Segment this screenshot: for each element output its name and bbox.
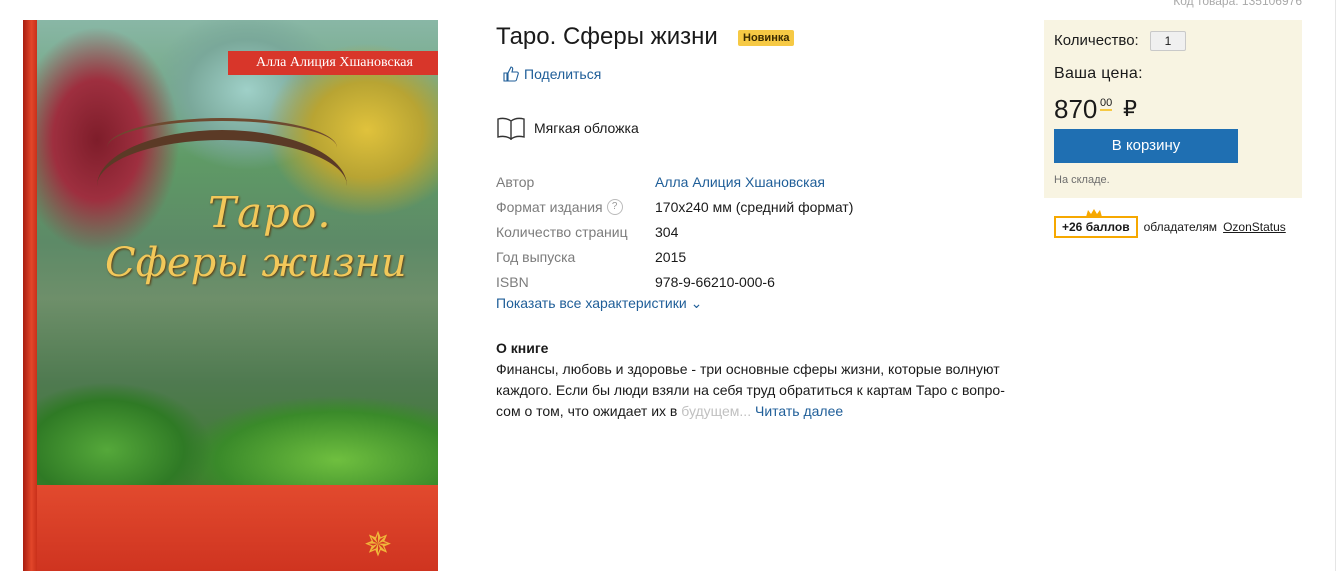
- binding-format: Мягкая обложка: [496, 116, 639, 140]
- buy-box: Количество: 1 Ваша цена: 870 00 ₽ В корз…: [1044, 20, 1302, 198]
- spec-key: Год выпуска: [496, 248, 576, 265]
- cover-spine: [23, 20, 37, 571]
- new-badge: Новинка: [738, 30, 795, 46]
- scrollbar-track[interactable]: [1335, 0, 1342, 571]
- show-all-label: Показать все характеристики: [496, 295, 687, 311]
- author-link[interactable]: Алла Алиция Хшановская: [655, 174, 825, 190]
- spec-key-label: Формат издания: [496, 198, 603, 215]
- binding-label: Мягкая обложка: [534, 120, 639, 136]
- price-value: 870: [1054, 94, 1098, 124]
- stock-status: На складе.: [1054, 174, 1110, 186]
- spec-row-isbn: ISBN 978-9-66210-000-6: [496, 269, 853, 294]
- spec-value: 2015: [655, 248, 687, 265]
- spec-value: 304: [655, 223, 679, 240]
- spec-key: Количество страниц: [496, 223, 628, 240]
- bonus-points-value: +26 баллов: [1062, 220, 1130, 234]
- spec-row-format: Формат издания ? 170х240 мм (средний фор…: [496, 194, 853, 219]
- spec-key: ISBN: [496, 273, 529, 290]
- bonus-text: обладателям: [1143, 220, 1218, 234]
- show-all-specs-link[interactable]: Показать все характеристики ⌄: [496, 295, 702, 312]
- ozonstatus-link[interactable]: OzonStatus: [1223, 220, 1286, 234]
- about-fade-text: будущем...: [681, 403, 752, 419]
- cover-title-line1: Таро.: [208, 188, 332, 237]
- spec-value: 170х240 мм (средний формат): [655, 198, 854, 215]
- specs-table: Автор Алла Алиция Хшановская Формат изда…: [496, 169, 853, 294]
- about-heading: О книге: [496, 340, 549, 356]
- spec-row-pages: Количество страниц 304: [496, 219, 853, 244]
- bonus-points: +26 баллов обладателям OzonStatus: [1054, 209, 1286, 238]
- spec-value: 978-9-66210-000-6: [655, 273, 775, 290]
- quantity-input[interactable]: 1: [1150, 31, 1186, 51]
- read-more-link[interactable]: Читать далее: [755, 403, 843, 419]
- spec-row-author: Автор Алла Алиция Хшановская: [496, 169, 853, 194]
- currency-symbol: ₽: [1123, 96, 1137, 121]
- add-to-cart-button[interactable]: В корзину: [1054, 129, 1238, 163]
- quantity-label: Количество:: [1054, 32, 1139, 49]
- help-icon[interactable]: ?: [606, 198, 623, 215]
- open-book-icon: [497, 117, 525, 140]
- spec-key: Автор: [496, 173, 535, 190]
- cover-bridge-rail: [107, 118, 337, 151]
- price-label: Ваша цена:: [1054, 65, 1143, 82]
- about-body: Финансы, любовь и здоровье - три основны…: [496, 361, 1005, 419]
- thumbs-up-icon: [503, 66, 519, 82]
- chevron-down-icon: ⌄: [690, 295, 703, 311]
- share-link[interactable]: Поделиться: [503, 66, 601, 82]
- product-title: Таро. Сферы жизни: [496, 23, 718, 50]
- spec-key-format: Формат издания ?: [496, 198, 655, 215]
- crown-icon: [1086, 209, 1102, 217]
- cover-title-line2: Сферы жизни: [105, 240, 407, 286]
- price-cents: 00: [1100, 97, 1113, 111]
- cover-emblem-icon: ✵: [363, 526, 393, 564]
- bonus-points-badge: +26 баллов: [1054, 209, 1138, 238]
- book-cover-image[interactable]: Алла Алиция Хшановская Таро. Сферы жизни…: [23, 20, 438, 571]
- cover-author-label: Алла Алиция Хшановская: [228, 51, 438, 75]
- product-code: Код товара: 135106976: [1173, 0, 1302, 8]
- share-label: Поделиться: [524, 66, 602, 82]
- spec-row-year: Год выпуска 2015: [496, 244, 853, 269]
- about-text: Финансы, любовь и здоровье - три основны…: [496, 359, 1026, 422]
